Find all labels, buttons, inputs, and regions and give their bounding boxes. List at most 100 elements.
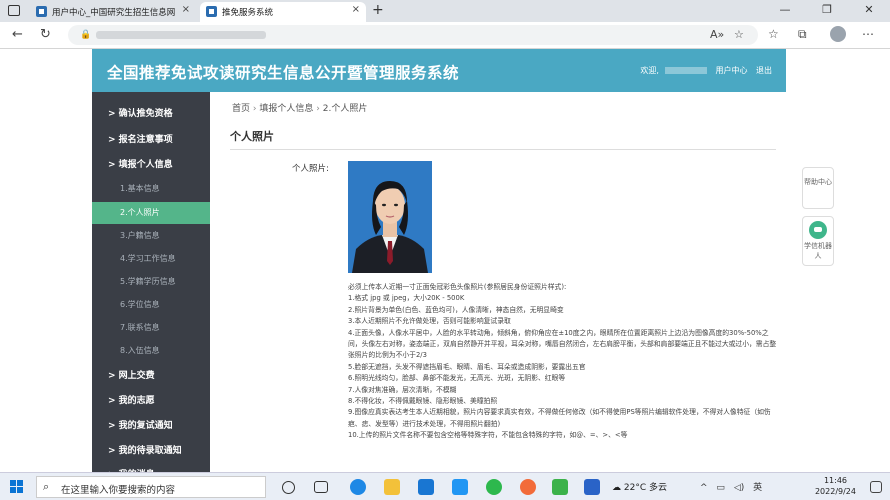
word-icon[interactable]: [584, 479, 600, 495]
minimize-button[interactable]: —: [764, 0, 806, 22]
requirement-line: 6.照明光线均匀，脸部、鼻部不能发光，无高光、光斑，无阴影、红眼等: [348, 374, 566, 383]
favorites-icon[interactable]: ☆: [768, 27, 779, 41]
app-icon[interactable]: [552, 479, 568, 495]
requirement-line: 7.人像对焦准确，层次清晰，不模糊: [348, 385, 457, 394]
chevron-up-icon[interactable]: ^: [700, 483, 708, 493]
more-menu-icon[interactable]: ⋯: [862, 27, 874, 41]
refresh-icon[interactable]: ↻: [40, 27, 51, 42]
id-photo[interactable]: [348, 161, 432, 273]
breadcrumb-level1[interactable]: 填报个人信息: [259, 104, 313, 114]
sidebar-item[interactable]: > 确认推免资格: [92, 102, 210, 126]
main-content: 首页 › 填报个人信息 › 2.个人照片 个人照片 个人照片: 必须上传本人近期…: [210, 92, 786, 472]
edge-icon[interactable]: [350, 479, 366, 495]
sidebar-item[interactable]: > 网上交费: [92, 364, 210, 388]
profile-avatar[interactable]: [830, 26, 846, 42]
sidebar-item[interactable]: > 我的待录取通知: [92, 439, 210, 463]
requirement-line: 3.本人近期照片不允许做处理，否则可能影响复试录取: [348, 317, 511, 326]
requirement-line: 9.图像应真实表达考生本人近期相貌，照片内容要求真实有效，不得做任何修改（如不得…: [348, 408, 771, 428]
welcome-text: 欢迎,: [640, 66, 659, 75]
breadcrumb: 首页 › 填报个人信息 › 2.个人照片: [232, 101, 367, 114]
tab-actions-icon[interactable]: [8, 5, 20, 16]
sidebar-item[interactable]: > 我的志愿: [92, 389, 210, 413]
site-favicon-icon: [36, 6, 47, 17]
cortana-icon[interactable]: [282, 481, 295, 494]
tab-label: 推免服务系统: [222, 8, 274, 18]
app-icon[interactable]: [520, 479, 536, 495]
portrait-image: [348, 161, 432, 273]
tab-user-center[interactable]: 用户中心_中国研究生招生信息网 ×: [30, 2, 196, 22]
requirement-line: 5.脸部无遮挡，头发不得遮挡眉毛、眼睛、眉毛、耳朵或造成阴影，要露出五官: [348, 362, 586, 371]
back-icon[interactable]: ←: [12, 27, 23, 42]
notification-icon[interactable]: [870, 481, 882, 493]
sidebar: > 确认推免资格 > 报名注意事项 > 填报个人信息 1.基本信息 2.个人照片 3.户籍…: [92, 92, 210, 480]
weather-text: 22°C 多云: [623, 483, 667, 493]
page-title: 个人照片: [230, 130, 274, 143]
web-page: 全国推荐免试攻读研究生信息公开暨管理服务系统 欢迎, 用户中心 退出 > 确认推…: [0, 49, 890, 480]
sidebar-subitem[interactable]: 5.学籍学历信息: [92, 271, 210, 293]
breadcrumb-separator: ›: [316, 104, 320, 114]
requirement-line: 2.照片背景为单色(白色、蓝色均可)，人像清晰，神态自然，无明显畸变: [348, 305, 564, 314]
sidebar-item[interactable]: > 报名注意事项: [92, 128, 210, 152]
new-tab-button[interactable]: +: [372, 2, 384, 18]
favorite-star-icon[interactable]: ☆: [734, 28, 744, 41]
logout-link[interactable]: 退出: [756, 66, 772, 75]
network-icon[interactable]: ▭: [716, 483, 725, 493]
weather-icon: ☁: [612, 483, 621, 493]
task-view-icon[interactable]: [314, 481, 328, 493]
windows-start-icon[interactable]: [10, 480, 24, 494]
divider: [230, 149, 776, 150]
requirement-line: 必须上传本人近期一寸正面免冠彩色头像照片(参照居民身份证照片样式):: [348, 283, 567, 291]
navigation-bar: ← ↻ 🔒 A» ☆ ☆ ⧉ ⋯: [0, 22, 890, 49]
sidebar-item[interactable]: > 填报个人信息: [92, 153, 210, 177]
requirement-line: 1.格式 jpg 或 jpeg，大小20K - 500K: [348, 294, 465, 303]
close-window-button[interactable]: ✕: [848, 0, 890, 22]
store-icon[interactable]: [452, 479, 468, 495]
sidebar-subitem[interactable]: 8.入伍信息: [92, 340, 210, 362]
requirement-line: 10.上传的照片文件名称不要包含空格等特殊字符，不能包含特殊的字符，如@、=、>…: [348, 431, 628, 440]
clock-time: 11:46: [823, 476, 848, 485]
robot-assistant-button[interactable]: 学信机器人: [802, 216, 834, 266]
tab-close-icon[interactable]: ×: [352, 4, 360, 15]
weather-widget[interactable]: ☁ 22°C 多云: [612, 480, 667, 493]
browser-window: 用户中心_中国研究生招生信息网 × 推免服务系统 × + — ❐ ✕ ← ↻ 🔒…: [0, 0, 890, 500]
photo-requirements: 必须上传本人近期一寸正面免冠彩色头像照片(参照居民身份证照片样式): 1.格式 j…: [348, 282, 778, 442]
sidebar-item[interactable]: > 我的复试通知: [92, 414, 210, 438]
requirement-line: 4.正面头像，人像水平居中，人脸的水平转动角，倾斜角，俯仰角应在±10度之内，眼…: [348, 328, 777, 360]
ime-indicator[interactable]: 英: [753, 483, 762, 493]
tab-label: 用户中心_中国研究生招生信息网: [52, 8, 176, 18]
robot-icon: [809, 221, 827, 239]
help-center-button[interactable]: 帮助中心: [802, 167, 834, 209]
sidebar-subitem[interactable]: 2.个人照片: [92, 202, 210, 224]
clock[interactable]: 11:46 2022/9/24: [815, 475, 856, 497]
collections-icon[interactable]: ⧉: [798, 27, 807, 42]
requirement-line: 8.不得化妆，不得佩戴眼镜、隐形眼镜、美瞳拍照: [348, 397, 498, 406]
url-text-blurred: [96, 31, 266, 39]
sidebar-subitem[interactable]: 6.学位信息: [92, 294, 210, 316]
volume-icon[interactable]: ◁): [734, 483, 744, 493]
sidebar-subitem[interactable]: 7.联系信息: [92, 317, 210, 339]
tab-tuimian[interactable]: 推免服务系统 ×: [200, 2, 366, 22]
sidebar-subitem[interactable]: 4.学习工作信息: [92, 248, 210, 270]
search-icon: ⌕: [43, 480, 50, 493]
read-aloud-icon[interactable]: A»: [710, 28, 724, 41]
address-bar[interactable]: 🔒 A» ☆: [68, 25, 758, 45]
sidebar-subitem[interactable]: 3.户籍信息: [92, 225, 210, 247]
system-tray: ^ ▭ ◁) 英: [700, 480, 762, 493]
breadcrumb-home[interactable]: 首页: [232, 104, 250, 114]
site-header: 全国推荐免试攻读研究生信息公开暨管理服务系统 欢迎, 用户中心 退出: [92, 49, 786, 92]
file-explorer-icon[interactable]: [384, 479, 400, 495]
breadcrumb-level2: 2.个人照片: [322, 104, 368, 114]
clock-date: 2022/9/24: [814, 487, 856, 496]
wechat-icon[interactable]: [486, 479, 502, 495]
tab-close-icon[interactable]: ×: [182, 4, 190, 15]
breadcrumb-separator: ›: [252, 104, 257, 114]
tab-strip: 用户中心_中国研究生招生信息网 × 推免服务系统 × + — ❐ ✕: [0, 0, 890, 22]
lock-icon[interactable]: 🔒: [80, 30, 91, 40]
taskbar-search-input[interactable]: ⌕ 在这里输入你要搜索的内容: [36, 476, 266, 498]
sidebar-subitem[interactable]: 1.基本信息: [92, 178, 210, 200]
search-placeholder: 在这里输入你要搜索的内容: [61, 485, 176, 496]
maximize-button[interactable]: ❐: [806, 0, 848, 22]
user-center-link[interactable]: 用户中心: [715, 66, 747, 75]
mail-icon[interactable]: [418, 479, 434, 495]
windows-taskbar: ⌕ 在这里输入你要搜索的内容 ☁ 22°C 多云 ^ ▭ ◁) 英 11:46 …: [0, 472, 890, 500]
